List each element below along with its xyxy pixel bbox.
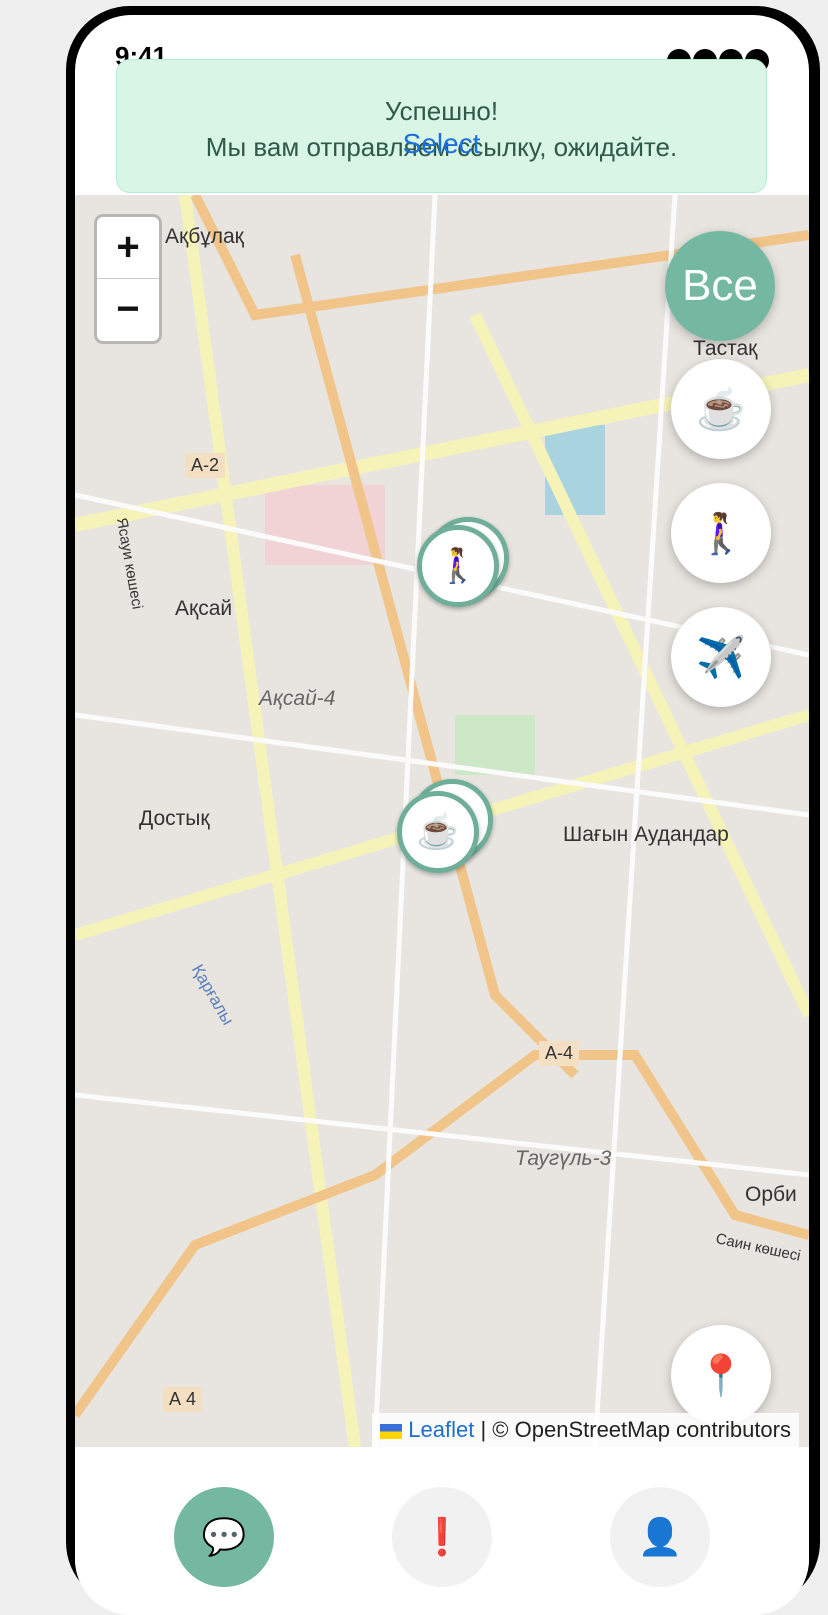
coffee-icon: ☕ [696,387,746,432]
tab-alerts[interactable]: ❗ [392,1487,492,1587]
ukraine-flag-icon [380,1423,403,1439]
map[interactable]: Ақбұлақ Тастақ Ақсай Ақсай-4 Достық Шағы… [75,195,809,1447]
road-badge: А-4 [539,1041,580,1066]
leaflet-link[interactable]: Leaflet [408,1417,474,1442]
pushpin-icon: 📍 [696,1353,746,1398]
coffee-icon: ☕ [416,813,460,851]
success-alert: Успешно! Мы вам отправляем ссылку, ожида… [116,59,767,193]
filter-plane-button[interactable]: ✈️ [671,607,771,707]
select-button[interactable]: Select [117,128,766,160]
map-label: Шағын Аудандар [563,823,729,846]
map-label: Ақсай [175,597,233,620]
tab-chat[interactable]: 💬 [174,1487,274,1587]
road-badge: А-2 [185,453,226,478]
screen: 9:41 Успешно! Мы вам отправляем ссылку, … [75,15,809,1615]
exclamation-icon: ❗ [419,1516,465,1557]
map-marker-coffee[interactable]: ☕ [397,791,479,873]
map-label: Ақсай-4 [259,687,336,710]
attribution-text: | © OpenStreetMap contributors [480,1417,791,1442]
filter-all-button[interactable]: Все [665,231,775,341]
zoom-out-button[interactable]: − [97,279,159,340]
zoom-control: + − [97,217,159,341]
filter-walk-button[interactable]: 🚶‍♀️ [671,483,771,583]
phone-frame: 9:41 Успешно! Мы вам отправляем ссылку, … [66,6,820,1615]
map-attribution: Leaflet | © OpenStreetMap contributors [372,1413,799,1447]
profile-icon: 👤 [637,1516,683,1557]
alert-title: Успешно! [384,96,499,126]
walk-icon: 🚶‍♀️ [436,547,480,585]
map-label: Ақбұлақ [165,225,244,248]
bottom-tab-bar: 💬 ❗ 👤 [75,1447,809,1615]
chat-icon: 💬 [201,1516,247,1557]
walk-icon: 🚶‍♀️ [696,511,746,556]
my-location-button[interactable]: 📍 [671,1325,771,1425]
plane-icon: ✈️ [696,635,746,680]
map-label: Орби [745,1183,797,1206]
map-marker-walk[interactable]: 🚶‍♀️ [417,525,499,607]
filter-coffee-button[interactable]: ☕ [671,359,771,459]
map-label: Таугүль-3 [515,1147,612,1170]
zoom-in-button[interactable]: + [97,217,159,279]
tab-profile[interactable]: 👤 [610,1487,710,1587]
road-badge: А 4 [163,1387,203,1412]
map-label: Достық [139,807,210,830]
